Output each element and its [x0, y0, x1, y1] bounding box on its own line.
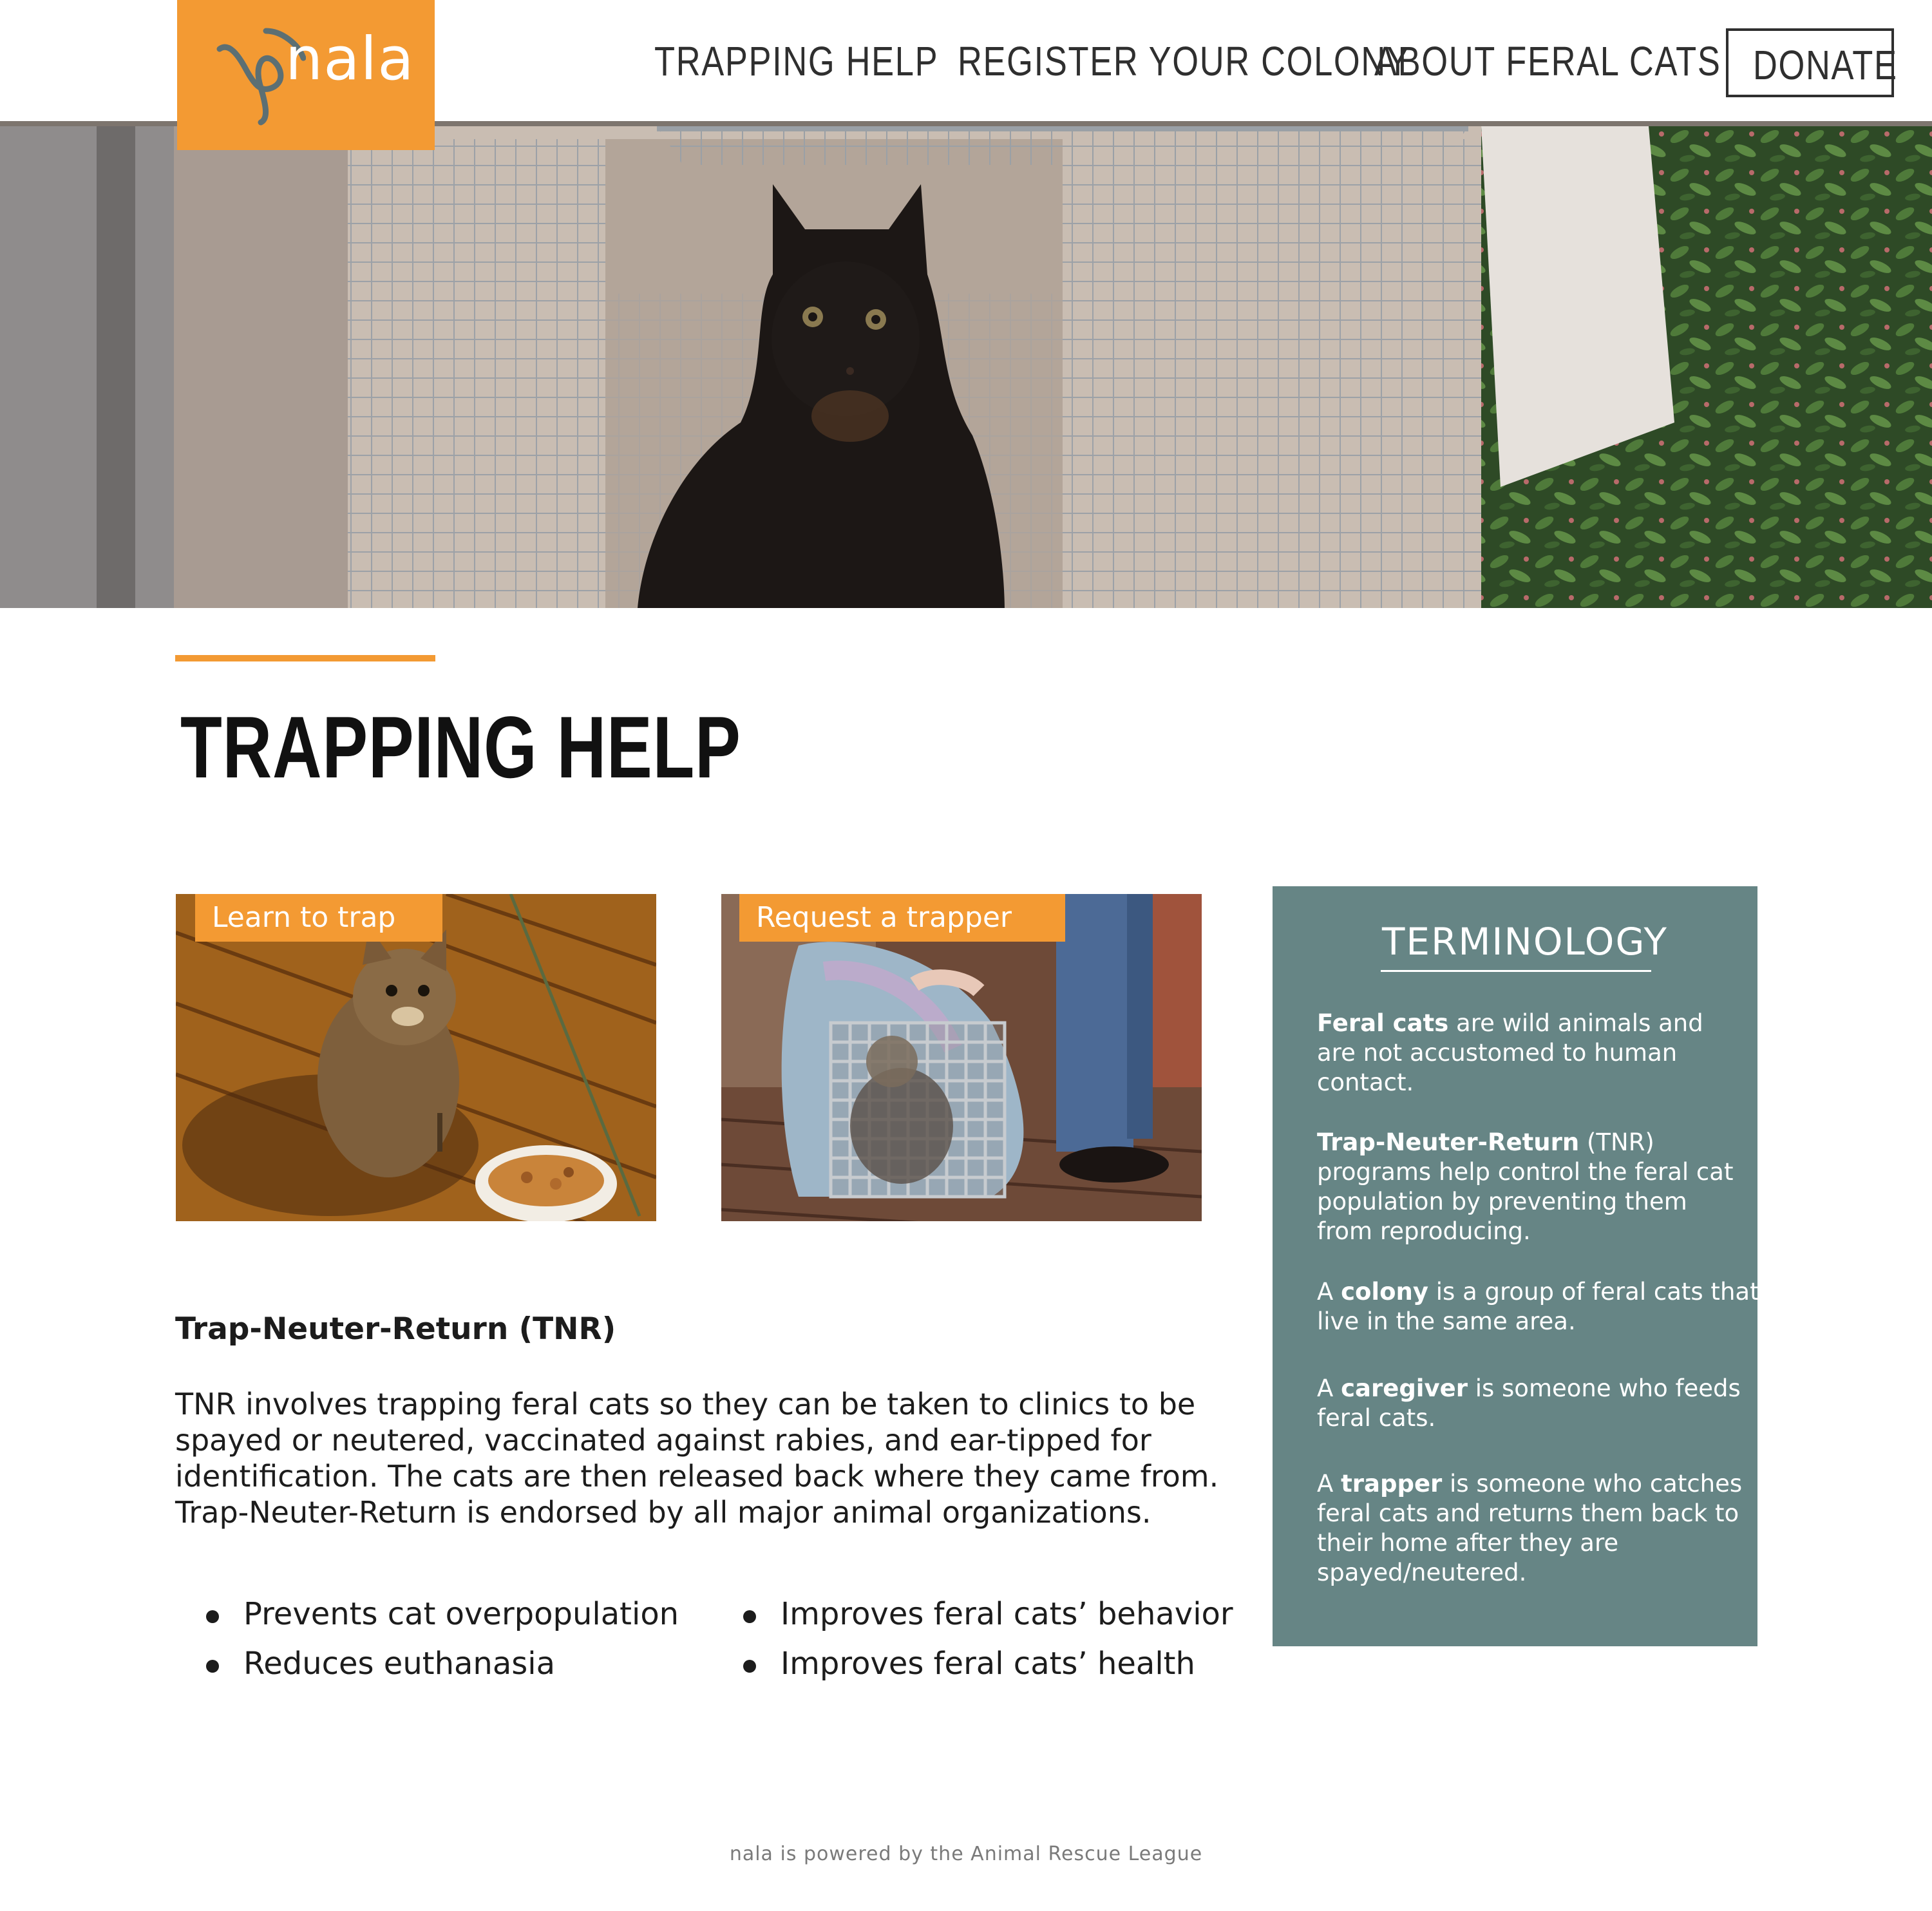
tnr-body-line: Trap-Neuter-Return is endorsed by all ma… [175, 1495, 1151, 1530]
terminology-title: TERMINOLOGY [1382, 920, 1668, 964]
nala-logo[interactable]: nala [177, 0, 435, 150]
request-trapper-card[interactable]: Request a trapper [721, 894, 1202, 1221]
term-caregiver: A caregiver is someone who feeds feral c… [1317, 1374, 1741, 1432]
benefit-item: Improves feral cats’ behavior [735, 1590, 1233, 1639]
logo-wordmark: nala [285, 24, 415, 93]
terminology-panel: TERMINOLOGY Feral cats are wild animals … [1273, 886, 1759, 1646]
tnr-body-line: TNR involves trapping feral cats so they… [175, 1387, 1196, 1421]
donate-button[interactable]: DONATE [1726, 28, 1897, 97]
benefits-list-right: Improves feral cats’ behavior Improves f… [735, 1590, 1233, 1689]
tabby-cat-photo [176, 894, 656, 1221]
nav-trapping-help[interactable]: TRAPPING HELP [654, 37, 938, 85]
page-title: TRAPPING HELP [180, 698, 741, 796]
nav-about-feral-cats[interactable]: ABOUT FERAL CATS [1374, 37, 1721, 85]
donate-label: DONATE [1753, 42, 1898, 88]
tnr-heading: Trap-Neuter-Return (TNR) [175, 1311, 616, 1347]
footer-credit: nala is powered by the Animal Rescue Lea… [729, 1843, 1203, 1865]
term-feral-cats: Feral cats are wild animals and are not … [1317, 1009, 1703, 1096]
tnr-body-line: spayed or neutered, vaccinated against r… [175, 1423, 1151, 1458]
term-trapper: A trapper is someone who catches feral c… [1317, 1470, 1743, 1586]
title-accent-rule [175, 655, 435, 661]
learn-to-trap-tag: Learn to trap [195, 894, 442, 942]
terminology-title-underline [1381, 970, 1651, 972]
nav-register-colony[interactable]: REGISTER YOUR COLONY [958, 37, 1410, 85]
term-colony: A colony is a group of feral cats that l… [1317, 1278, 1759, 1335]
tnr-description: TNR involves trapping feral cats so they… [175, 1386, 1231, 1530]
request-trapper-tag: Request a trapper [739, 894, 1065, 942]
term-tnr: Trap-Neuter-Return (TNR) programs help c… [1317, 1128, 1734, 1245]
benefit-item: Prevents cat overpopulation [198, 1590, 679, 1639]
benefit-item: Reduces euthanasia [198, 1639, 679, 1689]
benefit-item: Improves feral cats’ health [735, 1639, 1233, 1689]
benefits-list-left: Prevents cat overpopulation Reduces euth… [198, 1590, 679, 1689]
hero-image [0, 126, 1932, 608]
cat-in-trap-photo [721, 894, 1202, 1221]
learn-to-trap-card[interactable]: Learn to trap [176, 894, 656, 1221]
tnr-body-line: identification. The cats are then releas… [175, 1459, 1219, 1494]
